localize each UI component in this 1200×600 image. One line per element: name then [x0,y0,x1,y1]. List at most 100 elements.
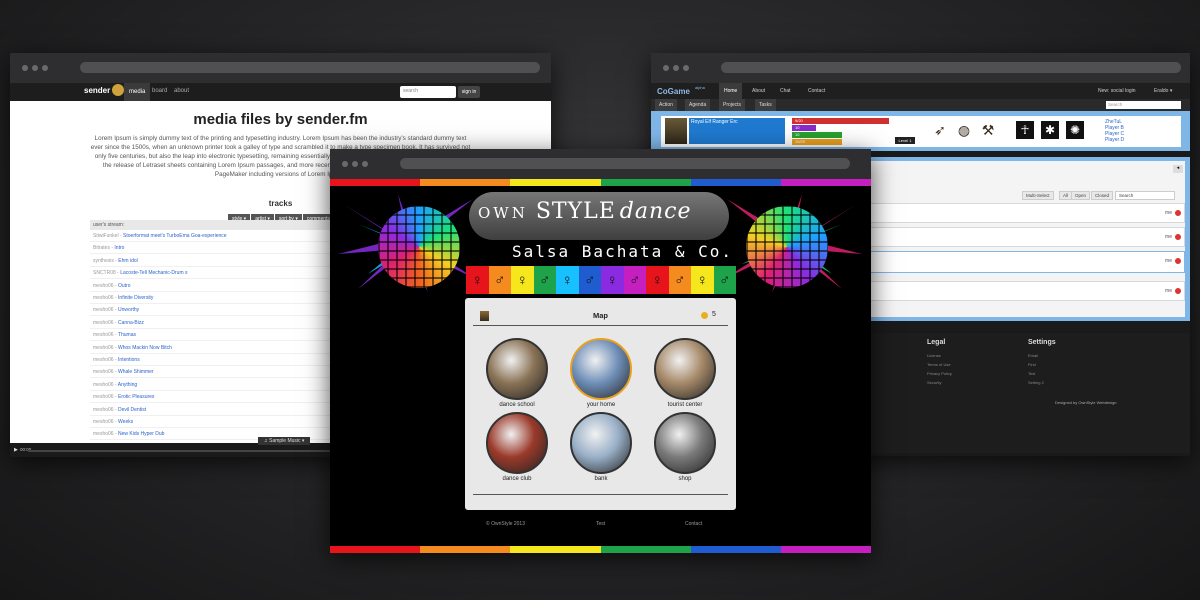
nav-board[interactable]: board [152,88,167,94]
track-title[interactable]: Erotic Pleasures [118,394,154,400]
tab-agenda[interactable]: Agenda [685,99,711,111]
address-bar[interactable] [721,62,1181,73]
delete-icon[interactable] [1175,210,1181,216]
nav-contact[interactable]: Contact [803,83,830,99]
search-input[interactable]: search [400,86,456,98]
footer-link[interactable]: Email [1028,353,1038,358]
track-title[interactable]: Thumas [118,332,136,338]
track-user[interactable]: synthesis [93,258,114,264]
new-login-link[interactable]: New: social login [1093,83,1141,99]
tab-tasks[interactable]: Tasks [755,99,776,111]
spider-icon[interactable]: ✱ [1041,121,1059,139]
footer-link[interactable]: License [927,353,941,358]
task-row[interactable]: me [867,203,1185,223]
task-row[interactable]: me [867,281,1185,301]
track-title[interactable]: Anything [118,382,137,388]
track-title[interactable]: Intro [114,245,124,251]
track-user[interactable]: mesho06 [93,431,114,437]
axe-icon[interactable]: ⚒ [979,121,997,139]
track-title[interactable]: Stoerformat meet's TurboEma Goa-experien… [123,233,227,239]
track-user[interactable]: mesho06 [93,332,114,338]
burst-icon[interactable]: ✺ [1066,121,1084,139]
track-user[interactable]: mesho06 [93,394,114,400]
track-title[interactable]: Ehm idol [118,258,137,264]
track-title[interactable]: Weeks [118,419,133,425]
footer-link[interactable]: Find [1028,362,1036,367]
place-label: dance school [499,402,535,408]
footer-link[interactable]: Security [927,380,941,385]
nav-about[interactable]: About [747,83,770,99]
filter-multi-select[interactable]: Multi-Select [1022,191,1054,200]
tab-action[interactable]: Action [655,99,677,111]
cogame-logo[interactable]: CoGame [657,87,690,96]
filter-open[interactable]: Open [1071,191,1091,200]
sample-music-button[interactable]: ♫ Sample Music ▾ [258,437,311,445]
task-row[interactable]: me [867,227,1185,247]
track-title[interactable]: Intentions [118,357,140,363]
track-title[interactable]: Lacoste-Tell Mechanic-Drum s [120,270,187,276]
track-title[interactable]: Outro [118,283,131,289]
sign-in-button[interactable]: sign in [458,86,480,98]
delete-icon[interactable] [1175,234,1181,240]
play-icon[interactable]: ▶ [14,447,18,453]
nav-chat[interactable]: Chat [775,83,796,99]
track-user[interactable]: mesho06 [93,283,114,289]
nav-media[interactable]: media [124,83,151,101]
back-icon[interactable]: ◂ [1173,165,1183,173]
nav-about[interactable]: about [174,88,189,94]
figure-icon[interactable]: ☥ [1016,121,1034,139]
track-title[interactable]: Canna-Bizz [118,320,144,326]
search-input[interactable]: Search [1106,101,1181,109]
address-bar[interactable] [80,62,540,73]
track-filters: style ▾ artist ▾ sort by ▾ comments [228,207,335,224]
track-user[interactable]: SNCTR08 [93,270,116,276]
nav-home[interactable]: Home [719,83,743,99]
track-title[interactable]: Whos Mackin Now Bitch [118,345,172,351]
filter-search[interactable]: Search [1115,191,1175,200]
track-title[interactable]: Infinite Diversity [118,295,153,301]
track-user[interactable]: mesho06 [93,345,114,351]
address-bar[interactable] [400,158,850,169]
track-user[interactable]: mesho06 [93,320,114,326]
track-user[interactable]: mesho06 [93,295,114,301]
player-link[interactable]: Player D [1105,137,1124,143]
place-dance-school[interactable]: dance school [485,338,549,408]
footer-link[interactable]: Privacy Policy [927,371,952,376]
place-bank[interactable]: bank [569,412,633,482]
bow-icon[interactable]: ➶ [931,121,949,139]
sender-logo[interactable]: sender [84,86,110,95]
delete-icon[interactable] [1175,288,1181,294]
track-user[interactable]: mesho06 [93,369,114,375]
track-title[interactable]: New Kids Hyper Dub [118,431,164,437]
track-title[interactable]: Devil Dentist [118,407,146,413]
track-user[interactable]: mesho06 [93,382,114,388]
footer-link-test[interactable]: Test [596,521,605,527]
footer-link-contact[interactable]: Contact [685,521,702,527]
user-menu[interactable]: Eraldo ▾ [1149,83,1177,99]
footer-link[interactable]: Test [1028,371,1035,376]
track-user[interactable]: mesho06 [93,419,114,425]
place-shop[interactable]: shop [653,412,717,482]
track-user[interactable]: mesho06 [93,407,114,413]
task-row[interactable]: me [867,251,1185,273]
window-dot-icon [32,65,38,71]
place-dance-club[interactable]: dance club [485,412,549,482]
brand-dance: dance [619,199,692,224]
footer-link[interactable]: Terms of Use [927,362,951,367]
filter-closed[interactable]: Closed [1091,191,1114,200]
track-user[interactable]: Bitrates [93,245,110,251]
dancer-icon: ♂ [713,266,736,294]
delete-icon[interactable] [1175,258,1181,264]
track-title[interactable]: Whale Shimmer [118,369,154,375]
place-tourist-center[interactable]: tourist center [653,338,717,408]
tab-projects[interactable]: Projects [719,99,746,111]
track-title[interactable]: Unworthy [118,307,139,313]
top-nav: sender media board about search sign in [10,83,551,101]
track-user[interactable]: mesho06 [93,357,114,363]
track-user[interactable]: mesho06 [93,307,114,313]
footer-link[interactable]: Setting 2 [1028,380,1044,385]
place-your-home[interactable]: your home [569,338,633,408]
track-user[interactable]: StiwiFunkel [93,233,119,239]
assignee-label: me [1165,210,1172,216]
shield-icon[interactable]: ◍ [955,121,973,139]
